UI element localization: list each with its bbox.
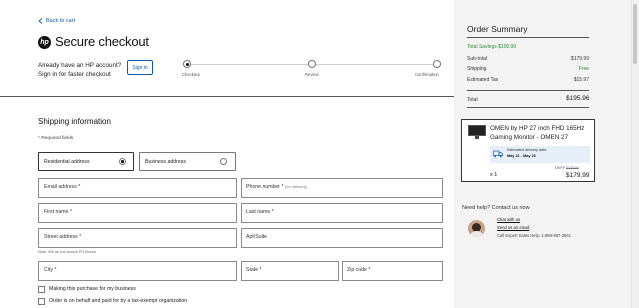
business-address-label: Business address bbox=[145, 159, 186, 165]
msrp-label: MSRP bbox=[555, 166, 566, 170]
po-box-note: Note: We do not accept PO Boxes bbox=[38, 250, 96, 254]
step-checkout-label: Checkout bbox=[182, 72, 200, 77]
signin-prompt: Already have an HP account? Sign in for … bbox=[38, 61, 121, 79]
total-label: Total bbox=[467, 97, 478, 103]
summary-top-divider bbox=[467, 37, 589, 38]
item-price: $179.99 bbox=[566, 172, 590, 179]
residential-address-label: Residential address bbox=[44, 159, 90, 165]
product-image[interactable] bbox=[468, 125, 486, 136]
step-confirmation-marker bbox=[433, 60, 441, 68]
product-name-line1: OMEN by HP 27 inch FHD 165Hz bbox=[490, 125, 585, 132]
tax-exempt-checkbox[interactable] bbox=[38, 298, 45, 305]
zip-code-label: Zip code * bbox=[347, 267, 371, 273]
item-quantity: x 1 bbox=[490, 172, 498, 178]
phone-label: Phone number * (for delivery) bbox=[246, 184, 307, 190]
sales-phone-text: Call Expert Sales Help: 1-888-997-3561 bbox=[497, 233, 572, 238]
step-review-marker bbox=[308, 60, 316, 68]
signin-prompt-line2: Sign in for faster checkout bbox=[38, 71, 111, 78]
city-label: City * bbox=[44, 267, 57, 273]
step-confirmation-label: Confirmation bbox=[415, 72, 439, 77]
sign-in-button[interactable]: Sign in bbox=[127, 60, 153, 75]
summary-total-divider bbox=[467, 90, 589, 91]
phone-label-text: Phone number * bbox=[246, 184, 284, 190]
email-label: Email address * bbox=[44, 184, 81, 190]
required-fields-note: * Required fields bbox=[38, 136, 74, 141]
sales-agent-avatar bbox=[468, 220, 485, 237]
apt-suite-field[interactable] bbox=[241, 228, 443, 248]
total-value: $195.96 bbox=[566, 95, 590, 102]
order-summary-title: Order Summary bbox=[467, 24, 528, 34]
delivery-dates: May 21 - May 26 bbox=[507, 153, 536, 158]
business-purchase-checkbox[interactable] bbox=[38, 286, 45, 293]
shipping-value: Free bbox=[578, 66, 589, 72]
truck-icon bbox=[493, 150, 503, 158]
phone-hint: (for delivery) bbox=[284, 184, 308, 189]
page-title: Secure checkout bbox=[55, 34, 149, 49]
total-savings: Total Savings $100.00 bbox=[467, 44, 517, 50]
header-divider bbox=[0, 96, 454, 97]
step-review-label: Review bbox=[305, 72, 319, 77]
city-field[interactable] bbox=[38, 261, 237, 281]
back-to-cart-link[interactable]: Back to cart bbox=[38, 18, 75, 24]
hp-logo[interactable]: hp bbox=[38, 36, 51, 49]
shipping-section-title: Shipping information bbox=[38, 117, 111, 126]
msrp: MSRP $279.99 bbox=[555, 166, 579, 170]
product-image-stand bbox=[475, 136, 479, 139]
business-radio[interactable] bbox=[220, 158, 227, 165]
apt-suite-label: Apt/Suite bbox=[246, 234, 268, 240]
street-address-label: Street address * bbox=[44, 234, 82, 240]
chat-with-us-link[interactable]: Chat with us bbox=[497, 217, 520, 222]
send-email-link[interactable]: Send us an email bbox=[497, 225, 529, 230]
product-name-line2: Gaming Monitor - OMEN 27 bbox=[490, 134, 569, 141]
signin-prompt-line1: Already have an HP account? bbox=[38, 62, 122, 69]
last-name-label: Last name * bbox=[246, 209, 274, 215]
subtotal-label: Sub-total bbox=[467, 56, 488, 62]
residential-radio[interactable] bbox=[119, 158, 126, 165]
product-name[interactable]: OMEN by HP 27 inch FHD 165Hz Gaming Moni… bbox=[490, 124, 590, 142]
tax-exempt-label: Order is on behalf and paid for by a tax… bbox=[49, 298, 188, 304]
subtotal-value: $179.99 bbox=[570, 56, 589, 62]
state-label: State * bbox=[246, 267, 262, 273]
msrp-value: $279.99 bbox=[566, 166, 579, 170]
first-name-label: First name * bbox=[44, 209, 72, 215]
shipping-label: Shipping bbox=[467, 66, 487, 72]
back-to-cart-label: Back to cart bbox=[46, 18, 76, 24]
chevron-left-icon bbox=[38, 18, 43, 24]
estimated-tax-label: Estimated Tax bbox=[467, 77, 499, 83]
help-heading: Need help? Contact us now bbox=[462, 205, 530, 211]
summary-bottom-divider bbox=[467, 107, 589, 108]
delivery-estimate: Estimated delivery date May 21 - May 26 bbox=[507, 148, 546, 159]
scrollbar-thumb[interactable] bbox=[633, 4, 637, 64]
business-purchase-label: Making this purchase for my business bbox=[49, 286, 136, 292]
estimated-tax-value: $15.97 bbox=[573, 77, 589, 83]
step-checkout-marker bbox=[183, 60, 191, 68]
